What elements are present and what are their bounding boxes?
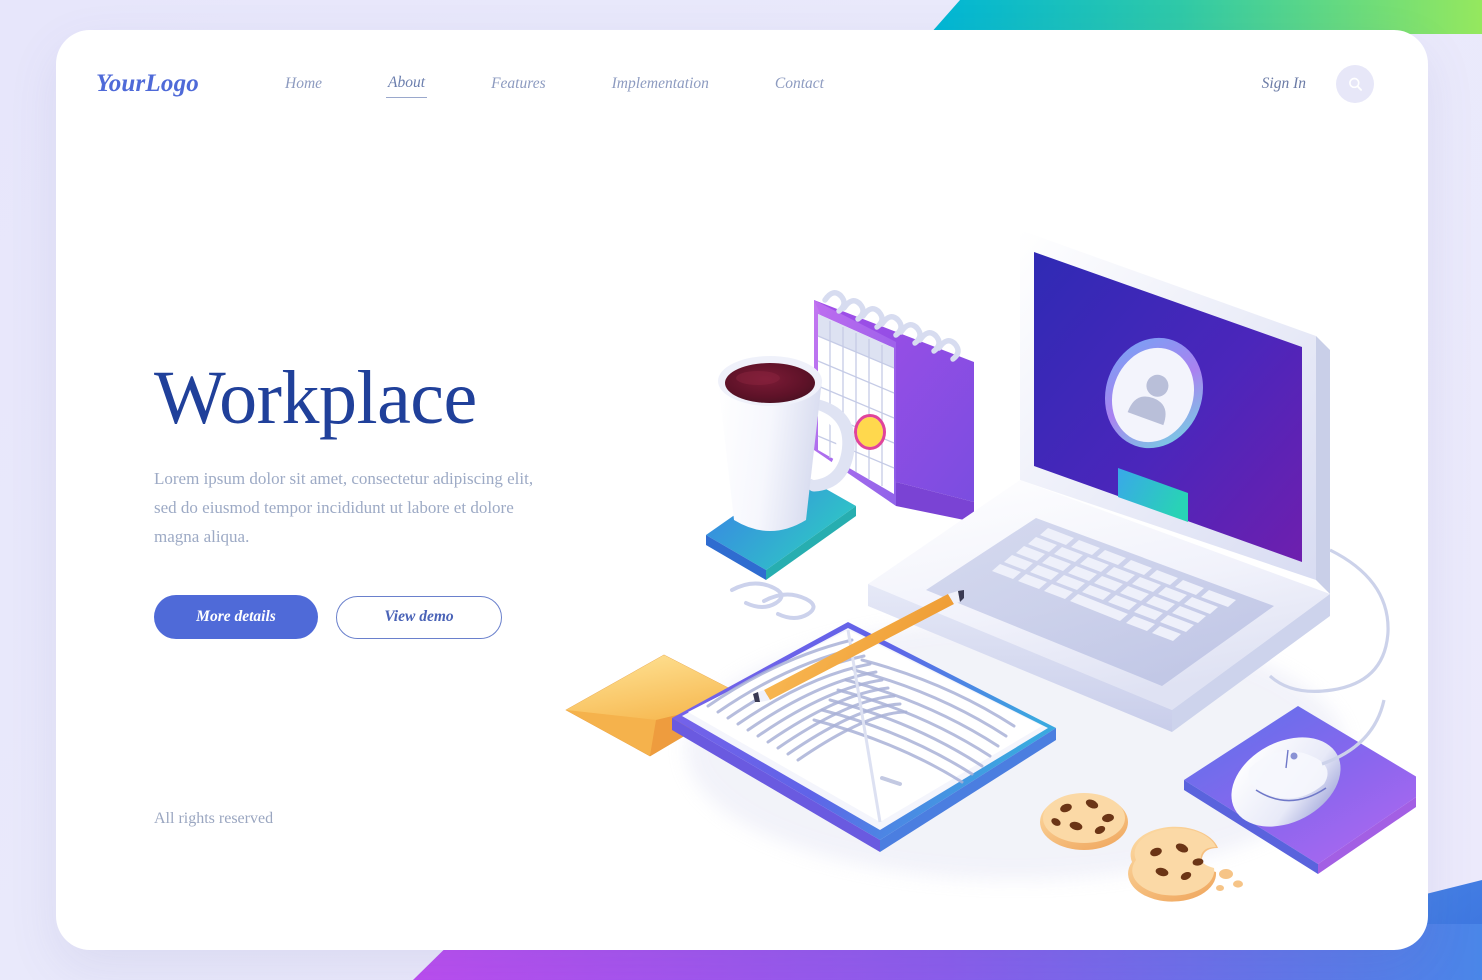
- decoration-top-gradient-band: [930, 0, 1482, 34]
- workplace-illustration: [496, 150, 1416, 940]
- page-title: Workplace: [154, 356, 477, 440]
- view-demo-button[interactable]: View demo: [336, 595, 502, 639]
- pencil: [753, 590, 964, 702]
- nav-item-implementation[interactable]: Implementation: [610, 71, 711, 97]
- landing-page-card: YourLogo Home About Features Implementat…: [56, 30, 1428, 950]
- calendar-spiral: [822, 290, 961, 362]
- search-icon: [1348, 77, 1362, 91]
- hero-button-group: More details View demo: [154, 595, 584, 640]
- hero-section: Workplace Lorem ipsum dolor sit amet, co…: [154, 356, 584, 640]
- cookie: [1040, 793, 1128, 850]
- open-notebook: [672, 622, 1056, 852]
- site-logo[interactable]: YourLogo: [96, 70, 199, 98]
- envelope: [565, 654, 749, 757]
- nav-item-about[interactable]: About: [386, 70, 428, 98]
- desk-shadow: [686, 620, 1346, 880]
- bitten-cookie: [1128, 826, 1243, 902]
- copyright-text: All rights reserved: [154, 810, 274, 827]
- mouse-cable: [1268, 548, 1390, 693]
- coffee-liquid: [725, 363, 815, 403]
- nav-item-features[interactable]: Features: [489, 71, 548, 97]
- notebook-lines-left: [706, 638, 908, 762]
- site-header: YourLogo Home About Features Implementat…: [56, 30, 1428, 138]
- mouse-pad: [1184, 706, 1416, 874]
- computer-mouse: [1231, 699, 1386, 827]
- search-button[interactable]: [1336, 65, 1374, 103]
- nav-item-contact[interactable]: Contact: [773, 71, 826, 97]
- notebook-lines-right: [812, 658, 1016, 784]
- laptop-keyboard: [992, 528, 1236, 641]
- paper-clips: [730, 581, 816, 620]
- sign-in-link[interactable]: Sign In: [1262, 75, 1306, 93]
- coffee-mug: [718, 356, 855, 531]
- desk-calendar: [814, 290, 974, 522]
- main-navigation: Home About Features Implementation Conta…: [283, 70, 826, 98]
- header-actions: Sign In: [1262, 65, 1374, 103]
- coaster: [706, 472, 856, 580]
- calendar-marked-date: [854, 414, 886, 450]
- laptop-with-login-screen: [868, 230, 1390, 732]
- hero-description: Lorem ipsum dolor sit amet, consectetur …: [154, 468, 534, 546]
- laptop-screen: [1034, 252, 1302, 562]
- more-details-button[interactable]: More details: [154, 595, 318, 640]
- cookie-crumbs: [1216, 869, 1243, 891]
- nav-item-home[interactable]: Home: [283, 71, 324, 97]
- login-button: [1118, 468, 1188, 522]
- user-avatar-icon: [1104, 337, 1204, 449]
- calendar-grid: [817, 321, 895, 486]
